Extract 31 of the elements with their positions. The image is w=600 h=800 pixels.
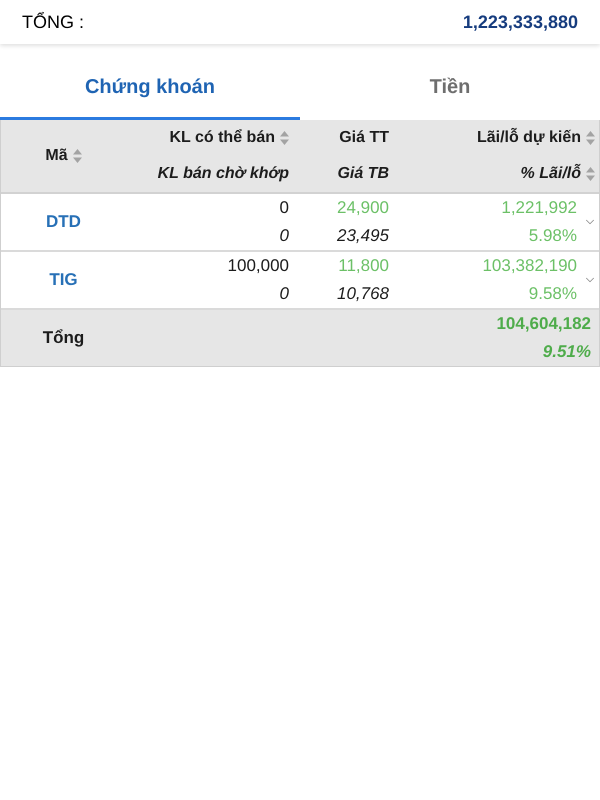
table-cell-text: 0 <box>280 283 289 306</box>
table-cell-text: 1,221,992 <box>501 197 577 220</box>
table-cell-text: 23,495 <box>337 225 389 248</box>
table-cell-text: 0 <box>280 197 289 220</box>
column-header: KL có thể bán <box>170 128 275 148</box>
table-cell-text: 11,800 <box>338 255 389 278</box>
sort-icon[interactable] <box>586 167 595 181</box>
table-cell-text: 0 <box>280 225 289 248</box>
table-cell-text: 10,768 <box>337 283 389 306</box>
tab[interactable]: Tiền <box>300 56 600 120</box>
column-header: Giá TB <box>337 164 389 184</box>
column-header: Mã <box>45 146 68 166</box>
column-header: KL bán chờ khớp <box>158 164 289 184</box>
table-cell-text: 100,000 <box>228 255 289 278</box>
total-row-label: Tổng <box>42 327 84 350</box>
total-label: TỔNG : <box>22 10 84 34</box>
sort-icon[interactable] <box>280 131 289 145</box>
table-cell-text: 24,900 <box>337 197 389 220</box>
sort-icon[interactable] <box>586 131 595 145</box>
table-cell-text: 9.51% <box>542 341 591 364</box>
table-cell-text: 9.58% <box>528 283 577 306</box>
table-cell-text: 104,604,182 <box>496 313 591 336</box>
table-cell-text: 103,382,190 <box>482 255 577 278</box>
column-header: Giá TT <box>339 128 389 148</box>
stock-symbol[interactable]: DTD <box>46 209 81 235</box>
column-header: Lãi/lỗ dự kiến <box>476 126 581 148</box>
sort-icon[interactable] <box>72 149 82 163</box>
total-value: 1,223,333,880 <box>462 10 578 34</box>
stock-symbol[interactable]: TIG <box>49 267 78 293</box>
column-header: % Lãi/lỗ <box>520 162 581 184</box>
table-cell-text: 5.98% <box>528 225 577 248</box>
